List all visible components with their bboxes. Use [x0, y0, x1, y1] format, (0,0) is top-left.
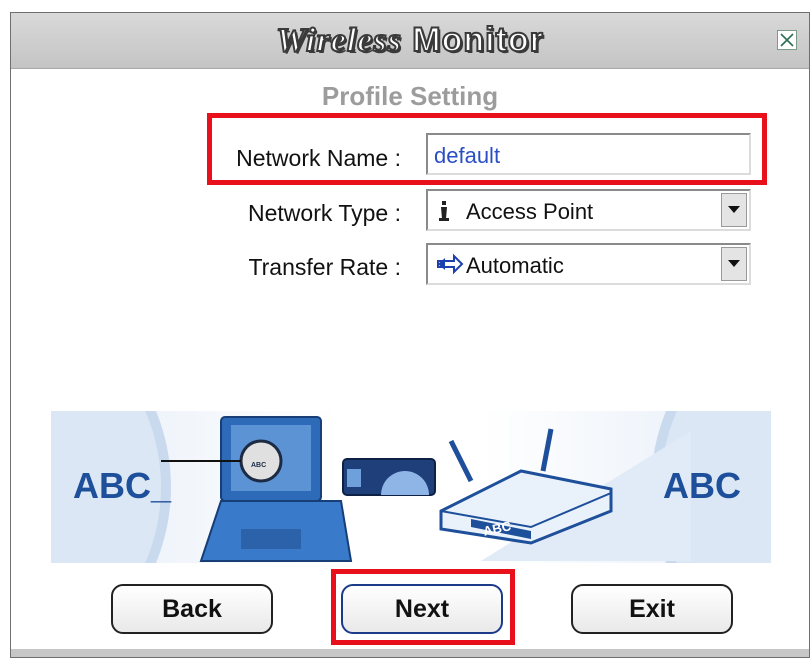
banner-right-text: ABC: [663, 465, 741, 506]
next-button-highlight: [331, 569, 515, 645]
banner-left-text: ABC_: [73, 465, 172, 506]
wireless-card-icon: [342, 458, 436, 496]
wireless-illustration-banner: ABC_ ABC ABC ABC: [51, 411, 771, 563]
transfer-rate-value: Automatic: [466, 253, 564, 278]
network-type-select[interactable]: Access Point: [426, 189, 751, 231]
title-word: Monitor: [411, 20, 544, 60]
title-brand: Wireless: [275, 21, 402, 60]
double-arrow-icon: [436, 253, 464, 280]
close-button[interactable]: [777, 30, 797, 50]
title-bar[interactable]: Wireless Monitor: [11, 13, 809, 69]
close-icon: [780, 33, 794, 47]
laptop-icon: [161, 416, 353, 562]
chevron-down-icon: [728, 260, 740, 267]
exit-button[interactable]: Exit: [571, 584, 733, 634]
chevron-down-icon: [728, 206, 740, 213]
window-bottom-border: [11, 649, 809, 657]
back-button[interactable]: Back: [111, 584, 273, 634]
transfer-rate-dropdown-button[interactable]: [721, 247, 747, 281]
transfer-rate-select[interactable]: Automatic: [426, 243, 751, 285]
network-type-value: Access Point: [466, 199, 594, 224]
profile-setting-panel: Profile Setting Network Name : default N…: [11, 69, 809, 657]
page-title: Profile Setting: [321, 81, 499, 111]
network-name-highlight: [207, 113, 767, 185]
access-point-icon: [436, 199, 452, 226]
disc-label: ABC: [251, 462, 267, 469]
network-type-label: Network Type :: [248, 200, 401, 226]
window-title: Wireless Monitor: [11, 20, 809, 60]
network-type-dropdown-button[interactable]: [721, 193, 747, 227]
wireless-monitor-window: Wireless Monitor Profile Setting Network…: [10, 12, 810, 658]
transfer-rate-label: Transfer Rate :: [248, 254, 401, 280]
